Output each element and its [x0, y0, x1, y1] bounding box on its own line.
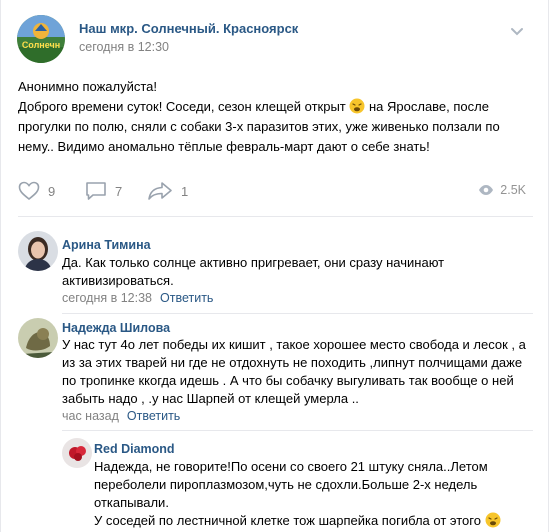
- comment-text-line: У нас тут 4о лет победы их кишит , такое…: [62, 337, 526, 352]
- commenter-avatar[interactable]: [18, 231, 58, 271]
- weary-face-emoji-icon: [349, 98, 365, 114]
- share-arrow-icon: [148, 182, 172, 200]
- divider: [18, 216, 533, 217]
- comment-text-line: У соседей по лестничной клетке тож шарпе…: [94, 512, 501, 530]
- comment-text-line: Надежда, не говорите!По осени со своего …: [94, 459, 488, 474]
- divider: [62, 313, 533, 314]
- reply-button[interactable]: Ответить: [160, 291, 213, 305]
- comment-text-line: по тропинке ккогда идешь . А что бы соба…: [62, 373, 514, 388]
- comment-text-line: откапывали.: [94, 495, 169, 510]
- reply-button[interactable]: Ответить: [127, 409, 180, 423]
- post-text-segment: Доброго времени суток! Соседи, сезон кле…: [18, 99, 346, 114]
- post-text-line: нему.. Видимо аномально тёплые февраль-м…: [18, 139, 430, 154]
- group-avatar[interactable]: Солнечн: [17, 15, 65, 63]
- comment-author-link[interactable]: Надежда Шилова: [62, 321, 170, 335]
- svg-text:Солнечн: Солнечн: [22, 40, 60, 50]
- comment-button[interactable]: 7: [85, 178, 122, 204]
- commenter-avatar[interactable]: [18, 318, 58, 358]
- like-count: 9: [48, 183, 56, 199]
- post-text-segment: на Ярославе, после: [365, 99, 489, 114]
- comment-text-segment: У соседей по лестничной клетке тож шарпе…: [94, 513, 481, 528]
- like-button[interactable]: 9: [18, 178, 55, 204]
- comment-text-line: из за этих тварей ни где не отдохнуть не…: [62, 355, 523, 370]
- comment-count: 7: [115, 183, 123, 199]
- post-actions: 9 7 1: [1, 178, 549, 204]
- comment-meta: сегодня в 12:38 Ответить: [62, 291, 213, 305]
- comment-time[interactable]: час назад: [62, 409, 119, 423]
- comment-text-line: переболели пироплазмозом,чуть не сдохли.…: [94, 477, 478, 492]
- comment-time[interactable]: сегодня в 12:38: [62, 291, 152, 305]
- comment-author-link[interactable]: Red Diamond: [94, 442, 175, 456]
- comment-text-line: забыть надо , .у нас Шарпей от клещей ум…: [62, 391, 359, 406]
- group-name-link[interactable]: Наш мкр. Солнечный. Красноярск: [79, 21, 298, 36]
- comment-text: У нас тут 4о лет победы их кишит , такое…: [62, 336, 526, 408]
- heart-icon: [18, 181, 40, 201]
- divider: [62, 430, 533, 431]
- views-count: 2.5K: [500, 183, 526, 197]
- eye-icon: [479, 185, 494, 195]
- chevron-down-icon[interactable]: [510, 27, 524, 37]
- comment-meta: час назад Ответить: [62, 409, 180, 423]
- comment-text: Да. Как только солнце активно пригревает…: [62, 254, 444, 290]
- share-button[interactable]: 1: [147, 178, 188, 204]
- comment-text: Надежда, не говорите!По осени со своего …: [94, 458, 501, 532]
- post-card: Солнечн Наш мкр. Солнечный. Красноярск с…: [0, 0, 549, 532]
- post-text-line: прогулки по полю, сняли с собаки 3-х пар…: [18, 119, 500, 134]
- comment-icon: [86, 182, 106, 200]
- share-count: 1: [181, 183, 189, 199]
- weary-face-emoji-icon: [485, 512, 501, 528]
- post-text: Анонимно пожалуйста! Доброго времени сут…: [18, 77, 533, 157]
- comment-text-line: активизироваться.: [62, 273, 174, 288]
- post-text-line: Анонимно пожалуйста!: [18, 79, 158, 94]
- post-text-line: Доброго времени суток! Соседи, сезон кле…: [18, 97, 533, 117]
- comment-text-line: Да. Как только солнце активно пригревает…: [62, 255, 445, 270]
- comment-author-link[interactable]: Арина Тимина: [62, 238, 151, 252]
- views-counter: 2.5K: [478, 183, 526, 197]
- post-time[interactable]: сегодня в 12:30: [79, 40, 169, 54]
- commenter-avatar[interactable]: [62, 438, 92, 468]
